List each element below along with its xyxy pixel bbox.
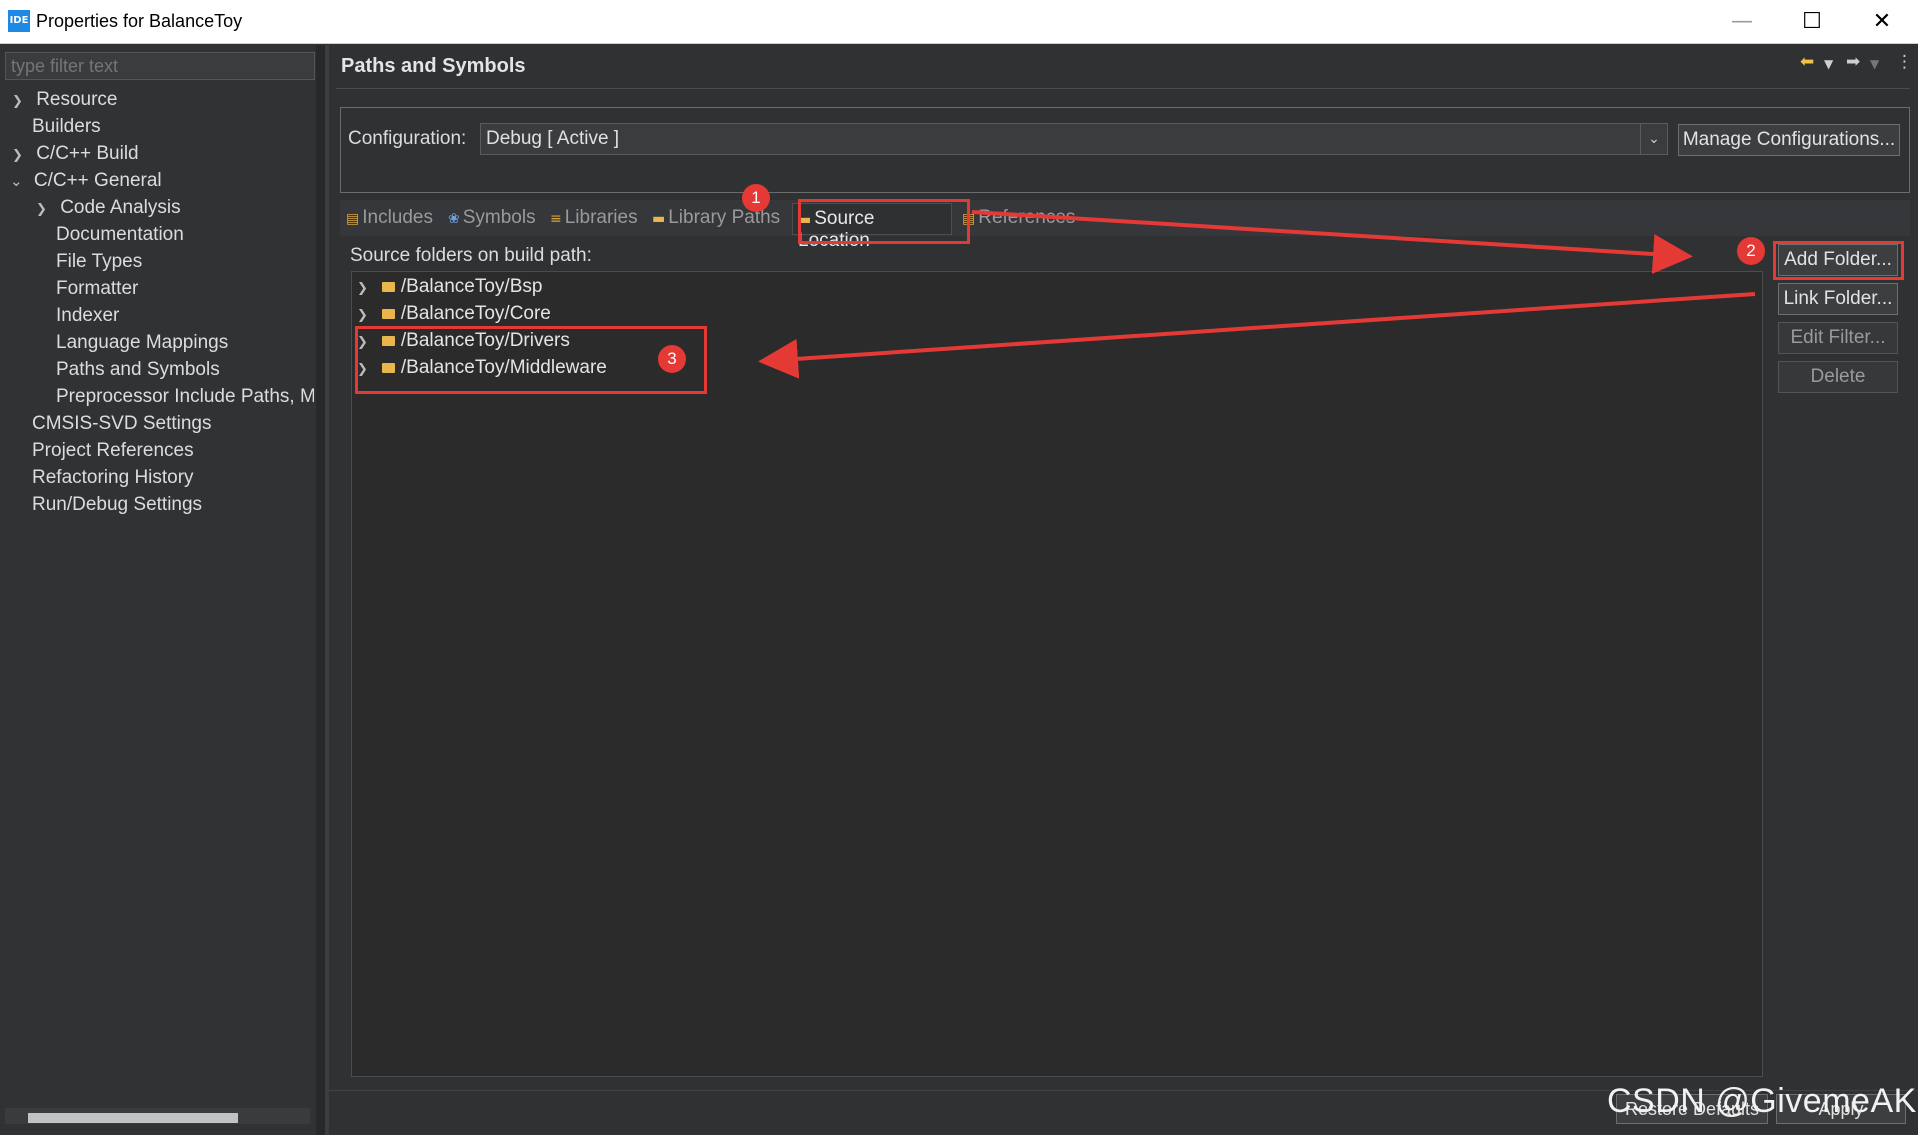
folder-path: /BalanceToy/Bsp	[400, 276, 543, 297]
sidebar-item-file-types[interactable]: File Types	[56, 248, 142, 275]
sidebar-item-cpp-build[interactable]: ❯ C/C++ Build	[12, 140, 139, 167]
tab-includes[interactable]: ▤ Includes	[346, 207, 433, 229]
sidebar-item-label: Indexer	[56, 305, 120, 326]
sidebar-item-language-mappings[interactable]: Language Mappings	[56, 329, 228, 356]
list-item[interactable]: ❯ /BalanceToy/Core	[357, 300, 551, 327]
sidebar-item-formatter[interactable]: Formatter	[56, 275, 138, 302]
ide-app-icon: IDE	[8, 10, 30, 32]
sidebar-item-label: Code Analysis	[60, 197, 181, 218]
tab-label: Library Paths	[668, 207, 781, 228]
tab-label: Includes	[362, 207, 434, 228]
sidebar-item-label: Documentation	[56, 224, 184, 245]
chevron-right-icon[interactable]: ❯	[12, 94, 23, 109]
sidebar-item-label: Formatter	[56, 278, 139, 299]
window-title: Properties for BalanceToy	[36, 11, 243, 31]
tab-label: References	[978, 207, 1076, 228]
tab-references[interactable]: ▤ References	[962, 207, 1075, 229]
header-separator	[336, 88, 1910, 89]
tab-symbols[interactable]: ❀ Symbols	[448, 207, 536, 229]
link-folder-button[interactable]: Link Folder...	[1778, 283, 1898, 315]
filter-input[interactable]	[5, 52, 315, 80]
folder-icon	[381, 281, 395, 292]
annotation-box-source-location	[798, 199, 970, 244]
sidebar-item-cmsis-svd-settings[interactable]: CMSIS-SVD Settings	[32, 410, 212, 437]
sidebar-item-run-debug-settings[interactable]: Run/Debug Settings	[32, 491, 202, 518]
sidebar-item-preprocessor-include-paths[interactable]: Preprocessor Include Paths, Ma	[56, 383, 314, 410]
annotation-badge-1: 1	[742, 184, 770, 212]
source-folders-label: Source folders on build path:	[350, 245, 592, 266]
sidebar-item-project-references[interactable]: Project References	[32, 437, 194, 464]
back-arrow-icon[interactable]: ⬅	[1800, 52, 1814, 72]
sidebar-item-indexer[interactable]: Indexer	[56, 302, 119, 329]
annotation-badge-3: 3	[658, 345, 686, 373]
minimize-icon[interactable]: —	[1707, 0, 1777, 44]
chevron-down-icon[interactable]: ⌄	[10, 172, 23, 190]
pane-divider[interactable]	[325, 45, 329, 1135]
sidebar-item-builders[interactable]: Builders	[32, 113, 101, 140]
dropdown-icon[interactable]: ▼	[1824, 57, 1833, 71]
sidebar-item-label: C/C++ Build	[36, 143, 139, 164]
chevron-down-icon[interactable]: ⌄	[1640, 124, 1667, 154]
folder-icon	[381, 308, 395, 319]
folder-path: /BalanceToy/Core	[400, 303, 551, 324]
sidebar-item-code-analysis[interactable]: ❯ Code Analysis	[36, 194, 181, 221]
sidebar-item-label: Builders	[32, 116, 101, 137]
chevron-right-icon[interactable]: ❯	[357, 308, 368, 323]
delete-button[interactable]: Delete	[1778, 361, 1898, 393]
list-item[interactable]: ❯ /BalanceToy/Bsp	[357, 273, 542, 300]
sidebar-item-label: File Types	[56, 251, 143, 272]
sidebar-item-cpp-general[interactable]: ⌄ C/C++ General	[10, 167, 162, 194]
maximize-icon[interactable]: ☐	[1777, 0, 1847, 44]
watermark: CSDN @GivemeAK	[1607, 1082, 1917, 1120]
sidebar-item-paths-and-symbols[interactable]: Paths and Symbols	[56, 356, 220, 383]
tab-label: Libraries	[564, 207, 638, 228]
tab-libraries[interactable]: ≡ Libraries	[550, 207, 638, 229]
forward-arrow-icon[interactable]: ➡	[1846, 52, 1860, 72]
edit-filter-button[interactable]: Edit Filter...	[1778, 322, 1898, 354]
chevron-right-icon[interactable]: ❯	[357, 281, 368, 296]
sidebar-item-label: Refactoring History	[32, 467, 194, 488]
configuration-value: Debug [ Active ]	[486, 128, 620, 149]
library-paths-icon: ▬	[652, 211, 666, 227]
tab-label: Symbols	[462, 207, 536, 228]
more-vertical-icon[interactable]: ⋮	[1896, 52, 1913, 72]
sidebar-item-label: Language Mappings	[56, 332, 229, 353]
chevron-right-icon[interactable]: ❯	[36, 202, 47, 217]
annotation-box-new-folders	[355, 326, 707, 394]
includes-icon: ▤	[346, 211, 360, 227]
sidebar-item-label: Run/Debug Settings	[32, 494, 203, 515]
configuration-select[interactable]	[480, 123, 1668, 155]
sidebar-item-label: Paths and Symbols	[56, 359, 220, 380]
page-title: Paths and Symbols	[341, 55, 526, 77]
sidebar-item-label: CMSIS-SVD Settings	[32, 413, 212, 434]
chevron-right-icon[interactable]: ❯	[12, 148, 23, 163]
sidebar-item-label: Project References	[32, 440, 194, 461]
symbols-icon: ❀	[448, 211, 460, 227]
annotation-badge-2: 2	[1737, 237, 1765, 265]
title-bar	[0, 0, 1918, 44]
configuration-label: Configuration:	[348, 128, 467, 149]
sidebar-item-refactoring-history[interactable]: Refactoring History	[32, 464, 194, 491]
manage-configurations-button[interactable]: Manage Configurations...	[1678, 124, 1900, 156]
sidebar-vertical-scrollbar[interactable]	[316, 45, 325, 1135]
sidebar-item-resource[interactable]: ❯ Resource	[12, 86, 118, 113]
sidebar-item-label: Resource	[36, 89, 118, 110]
sidebar-horizontal-scroll-thumb[interactable]	[28, 1113, 238, 1123]
sidebar-item-label: C/C++ General	[33, 170, 162, 191]
close-icon[interactable]: ✕	[1847, 0, 1917, 44]
annotation-box-add-folder	[1773, 241, 1904, 280]
libraries-icon: ≡	[550, 211, 562, 227]
dropdown-icon[interactable]: ▼	[1870, 57, 1879, 71]
sidebar-item-label: Preprocessor Include Paths, Ma	[56, 386, 314, 407]
sidebar-item-documentation[interactable]: Documentation	[56, 221, 184, 248]
